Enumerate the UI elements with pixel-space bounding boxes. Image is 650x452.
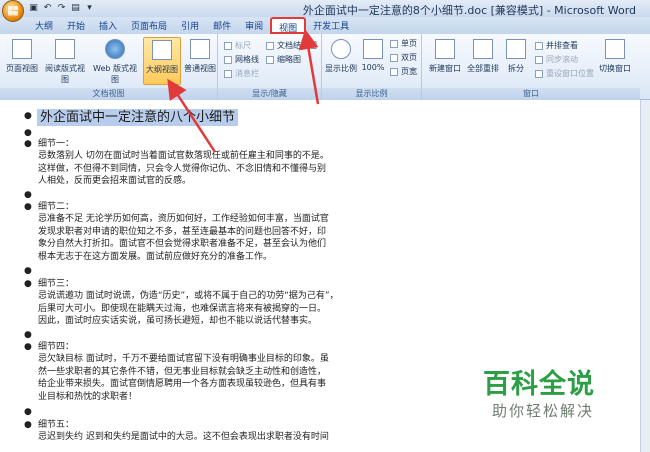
- tab-mailings[interactable]: 邮件: [206, 17, 238, 34]
- bullet-icon: ●: [24, 128, 32, 138]
- bullet-icon: ●: [24, 279, 32, 289]
- draft-view-button[interactable]: 普通视图: [181, 37, 219, 85]
- zoom-button[interactable]: 显示比例: [324, 37, 358, 85]
- group-show-hide: 标尺 网格线 消息栏 文档结构图 缩略图 显示/隐藏: [218, 34, 322, 100]
- tab-home[interactable]: 开始: [60, 17, 92, 34]
- reading-layout-button[interactable]: 阅读版式视图: [42, 37, 88, 85]
- watermark-title: 百科全说: [483, 369, 595, 400]
- title-bar: ▣ ↶ ↷ ▤ ▾ 外企面试中一定注意的8个小细节.doc [兼容模式] - M…: [0, 0, 650, 22]
- group-document-views: 页面视图 阅读版式视图 Web 版式视图 大纲视图 普通视图 文档视图: [0, 34, 218, 100]
- sync-scroll-button[interactable]: 同步滚动: [535, 54, 578, 65]
- checkbox-icon: [266, 55, 274, 64]
- arrange-all-button[interactable]: 全部重排: [464, 37, 502, 85]
- bullet-icon: ●: [24, 420, 32, 430]
- ruler-checkbox[interactable]: 标尺: [224, 40, 251, 51]
- tab-review[interactable]: 审阅: [238, 17, 270, 34]
- thumbnails-checkbox[interactable]: 缩略图: [266, 54, 301, 65]
- switch-windows-button[interactable]: 切换窗口: [596, 37, 634, 85]
- checkbox-icon: [266, 41, 274, 50]
- outline-view-button[interactable]: 大纲视图: [143, 37, 181, 85]
- bullet-icon: ●: [24, 266, 32, 276]
- checkbox-icon: [224, 41, 232, 50]
- window-title: 外企面试中一定注意的8个小细节.doc [兼容模式] - Microsoft W…: [302, 4, 636, 17]
- reading-layout-icon: [55, 39, 75, 59]
- bullet-icon: ●: [24, 139, 32, 149]
- group-zoom: 显示比例 100% 单页 双页 页宽 显示比例: [322, 34, 422, 100]
- group-label-document-views: 文档视图: [0, 88, 217, 100]
- tab-references[interactable]: 引用: [174, 17, 206, 34]
- page-width-button[interactable]: 页宽: [390, 66, 417, 77]
- switch-windows-icon: [605, 39, 625, 59]
- bullet-icon: ●: [24, 202, 32, 212]
- zoom-100-button[interactable]: 100%: [359, 37, 387, 85]
- one-page-icon: [390, 39, 398, 48]
- reset-window-icon: [535, 69, 543, 78]
- page-width-icon: [390, 67, 398, 76]
- section-2[interactable]: 细节二： 忌准备不足 无论学历如何高，资历如何好，工作经验如何丰富，当面试官 发…: [38, 201, 378, 263]
- bullet-icon: ●: [24, 342, 32, 352]
- side-by-side-button[interactable]: 并排查看: [535, 40, 578, 51]
- ribbon-tabs: 大纲 开始 插入 页面布局 引用 邮件 审阅 视图 开发工具: [0, 17, 650, 34]
- zoom-100-icon: [363, 39, 383, 59]
- section-4[interactable]: 细节四： 忌欠缺目标 面试时，千万不要给面试官留下没有明确事业目标的印象。虽 然…: [38, 341, 378, 403]
- tab-developer[interactable]: 开发工具: [306, 17, 356, 34]
- two-pages-button[interactable]: 双页: [390, 52, 417, 63]
- bullet-icon: ●: [24, 407, 32, 417]
- office-button[interactable]: [2, 0, 24, 22]
- sync-scroll-icon: [535, 55, 543, 64]
- one-page-button[interactable]: 单页: [390, 38, 417, 49]
- vertical-scrollbar[interactable]: [640, 100, 650, 452]
- checkbox-icon: [224, 55, 232, 64]
- print-layout-button[interactable]: 页面视图: [3, 37, 41, 85]
- web-layout-button[interactable]: Web 版式视图: [90, 37, 140, 85]
- checkbox-icon: [224, 69, 232, 78]
- tab-page-layout[interactable]: 页面布局: [124, 17, 174, 34]
- group-label-zoom: 显示比例: [322, 88, 421, 100]
- watermark-subtitle: 助你轻松解决: [492, 402, 595, 420]
- group-label-window: 窗口: [422, 88, 640, 100]
- section-3[interactable]: 细节三： 忌说谎邀功 面试时说谎，伪造“历史”，或将不属于自己的功劳“据为己有”…: [38, 278, 378, 328]
- section-5[interactable]: 细节五： 忌迟到失约 迟到和失约是面试中的大忌。这不但会表现出求职者没有时间: [38, 419, 378, 444]
- magnifier-icon: [331, 39, 351, 59]
- tab-outline[interactable]: 大纲: [28, 17, 60, 34]
- document-heading[interactable]: 外企面试中一定注意的八个小细节: [37, 109, 239, 126]
- arrange-all-icon: [473, 39, 493, 59]
- new-window-icon: [435, 39, 455, 59]
- split-button[interactable]: 拆分: [502, 37, 530, 85]
- print-layout-icon: [12, 39, 32, 59]
- message-bar-checkbox[interactable]: 消息栏: [224, 68, 259, 79]
- reset-window-position-button[interactable]: 重设窗口位置: [535, 68, 594, 79]
- outline-view-icon: [152, 40, 172, 60]
- split-icon: [506, 39, 526, 59]
- group-label-show-hide: 显示/隐藏: [218, 88, 321, 100]
- section-1[interactable]: 细节一： 忌数落别人 切勿在面试时当着面试官数落现任或前任雇主和同事的不是。 这…: [38, 138, 378, 188]
- web-layout-icon: [105, 39, 125, 59]
- bullet-icon: ●: [24, 330, 32, 340]
- bullet-icon: ●: [24, 111, 32, 121]
- office-logo-icon: [8, 5, 18, 16]
- tab-insert[interactable]: 插入: [92, 17, 124, 34]
- group-window: 新建窗口 全部重排 拆分 并排查看 同步滚动 重设窗口位置 切换窗口 窗口: [422, 34, 640, 100]
- document-map-checkbox[interactable]: 文档结构图: [266, 40, 317, 51]
- gridlines-checkbox[interactable]: 网格线: [224, 54, 259, 65]
- new-window-button[interactable]: 新建窗口: [426, 37, 464, 85]
- tab-view[interactable]: 视图: [270, 17, 307, 34]
- ribbon: 页面视图 阅读版式视图 Web 版式视图 大纲视图 普通视图 文档视图 标尺 网…: [0, 34, 650, 100]
- bullet-icon: ●: [24, 190, 32, 200]
- side-by-side-icon: [535, 41, 543, 50]
- two-pages-icon: [390, 53, 398, 62]
- draft-view-icon: [190, 39, 210, 59]
